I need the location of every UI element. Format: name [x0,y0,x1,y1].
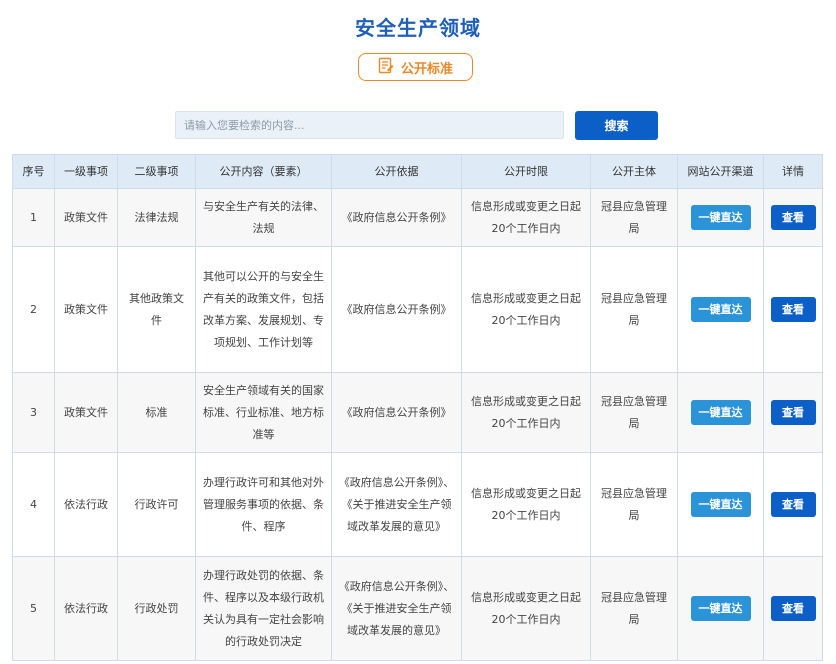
header-time-limit: 公开时限 [461,154,591,189]
cell-detail: 查看 [763,188,823,247]
edit-document-icon [378,57,401,78]
standard-badge[interactable]: 公开标准 [358,53,473,81]
table-header-row: 序号 一级事项 二级事项 公开内容（要素） 公开依据 公开时限 公开主体 网站公… [12,154,823,189]
view-button[interactable]: 查看 [770,596,816,621]
page-title: 安全生产领域 [355,16,481,40]
cell-time-limit: 信息形成或变更之日起20个工作日内 [461,372,591,453]
cell-subject: 冠县应急管理局 [590,452,678,557]
cell-level2: 标准 [117,372,196,453]
cell-channel: 一键直达 [677,556,764,661]
page: 安全生产领域 公开标准 搜索 序号 [0,0,836,664]
view-button[interactable]: 查看 [770,205,816,230]
cell-content: 安全生产领域有关的国家标准、行业标准、地方标准等 [195,372,332,453]
direct-access-button[interactable]: 一键直达 [690,596,751,621]
cell-time-limit: 信息形成或变更之日起20个工作日内 [461,188,591,247]
cell-level2: 其他政策文件 [117,246,196,373]
cell-channel: 一键直达 [677,452,764,557]
cell-no: 1 [12,188,55,247]
cell-no: 4 [12,452,55,557]
cell-subject: 冠县应急管理局 [590,246,678,373]
search-button[interactable]: 搜索 [575,111,658,140]
cell-no: 5 [12,556,55,661]
cell-content: 办理行政处罚的依据、条件、程序以及本级行政机关认为具有一定社会影响的行政处罚决定 [195,556,332,661]
table-row: 4 依法行政 行政许可 办理行政许可和其他对外管理服务事项的依据、条件、程序 《… [12,452,823,557]
header-content: 公开内容（要素） [195,154,332,189]
table-row: 1 政策文件 法律法规 与安全生产有关的法律、法规 《政府信息公开条例》 信息形… [12,188,823,247]
cell-time-limit: 信息形成或变更之日起20个工作日内 [461,246,591,373]
cell-level2: 行政处罚 [117,556,196,661]
cell-level1: 依法行政 [54,452,118,557]
view-button[interactable]: 查看 [770,492,816,517]
cell-channel: 一键直达 [677,246,764,373]
cell-detail: 查看 [763,372,823,453]
header-subject: 公开主体 [590,154,678,189]
table-row: 3 政策文件 标准 安全生产领域有关的国家标准、行业标准、地方标准等 《政府信息… [12,372,823,453]
cell-channel: 一键直达 [677,188,764,247]
table-row: 2 政策文件 其他政策文件 其他可以公开的与安全生产有关的政策文件，包括改革方案… [12,246,823,373]
cell-time-limit: 信息形成或变更之日起20个工作日内 [461,452,591,557]
cell-basis: 《政府信息公开条例》、《关于推进安全生产领域改革发展的意见》 [331,556,462,661]
header-channel: 网站公开渠道 [677,154,764,189]
disclosure-table: 序号 一级事项 二级事项 公开内容（要素） 公开依据 公开时限 公开主体 网站公… [12,154,823,661]
table-row: 5 依法行政 行政处罚 办理行政处罚的依据、条件、程序以及本级行政机关认为具有一… [12,556,823,661]
direct-access-button[interactable]: 一键直达 [690,492,751,517]
direct-access-button[interactable]: 一键直达 [690,297,751,322]
direct-access-button[interactable]: 一键直达 [690,205,751,230]
standard-badge-label: 公开标准 [400,61,453,77]
header-detail: 详情 [763,154,823,189]
cell-level2: 法律法规 [117,188,196,247]
header-no: 序号 [12,154,55,189]
cell-level2: 行政许可 [117,452,196,557]
search-input[interactable] [175,111,564,139]
cell-channel: 一键直达 [677,372,764,453]
cell-basis: 《政府信息公开条例》 [331,188,462,247]
cell-level1: 政策文件 [54,188,118,247]
cell-content: 办理行政许可和其他对外管理服务事项的依据、条件、程序 [195,452,332,557]
cell-level1: 依法行政 [54,556,118,661]
cell-level1: 政策文件 [54,372,118,453]
cell-basis: 《政府信息公开条例》 [331,246,462,373]
cell-content: 其他可以公开的与安全生产有关的政策文件，包括改革方案、发展规划、专项规划、工作计… [195,246,332,373]
header-basis: 公开依据 [331,154,462,189]
cell-subject: 冠县应急管理局 [590,556,678,661]
cell-no: 2 [12,246,55,373]
cell-detail: 查看 [763,556,823,661]
cell-subject: 冠县应急管理局 [590,188,678,247]
cell-basis: 《政府信息公开条例》、《关于推进安全生产领域改革发展的意见》 [331,452,462,557]
header-level1: 一级事项 [54,154,118,189]
cell-time-limit: 信息形成或变更之日起20个工作日内 [461,556,591,661]
view-button[interactable]: 查看 [770,400,816,425]
cell-no: 3 [12,372,55,453]
header-level2: 二级事项 [117,154,196,189]
cell-detail: 查看 [763,246,823,373]
direct-access-button[interactable]: 一键直达 [690,400,751,425]
view-button[interactable]: 查看 [770,297,816,322]
cell-detail: 查看 [763,452,823,557]
cell-subject: 冠县应急管理局 [590,372,678,453]
cell-content: 与安全生产有关的法律、法规 [195,188,332,247]
cell-level1: 政策文件 [54,246,118,373]
cell-basis: 《政府信息公开条例》 [331,372,462,453]
